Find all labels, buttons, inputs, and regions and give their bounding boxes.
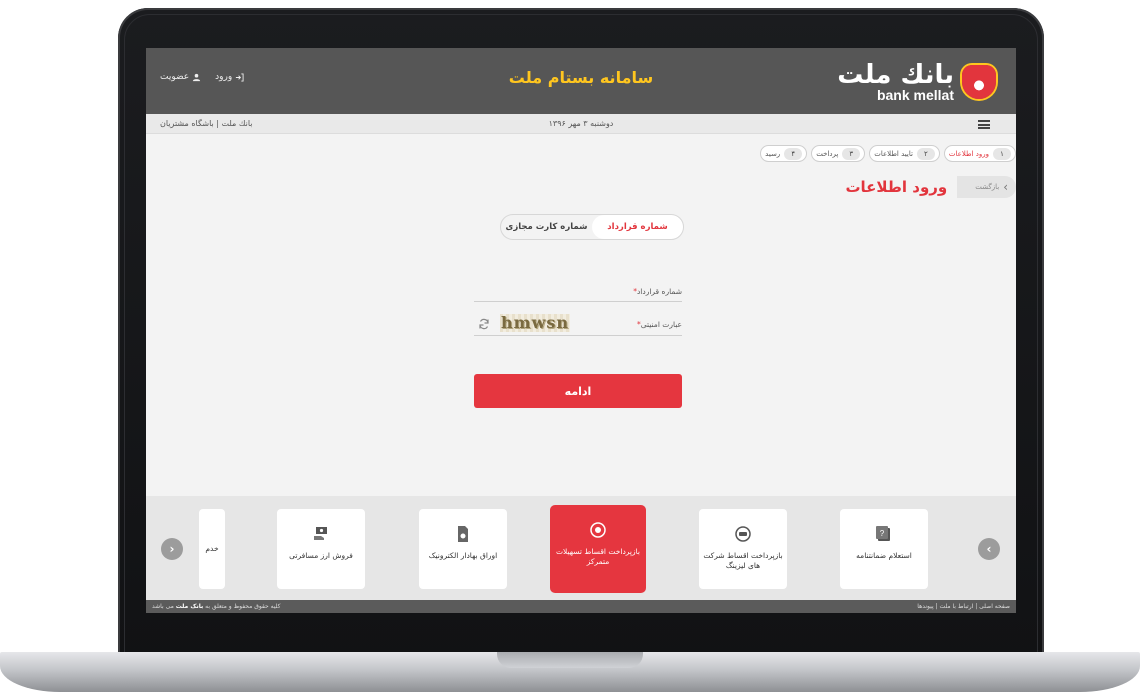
carousel-next-button[interactable]: › (978, 538, 1000, 560)
svg-text:?: ? (880, 529, 885, 538)
back-button[interactable]: › بازگشت (957, 176, 1016, 198)
step-3: ۳ پرداخت (811, 145, 866, 162)
currency-hand-icon (314, 527, 327, 540)
page-title: ورود اطلاعات (845, 178, 948, 196)
sub-bar: دوشنبه ۳ مهر ۱۳۹۶ بانك ملت | باشگاه مشتر… (146, 114, 1016, 134)
securities-document-icon (458, 526, 468, 542)
service-travel-currency[interactable]: فروش ارز مسافرتی (277, 509, 365, 589)
site-title: سامانه بستام ملت (508, 68, 654, 87)
input-type-toggle: شماره قرارداد شماره کارت مجازی (500, 214, 684, 240)
laptop-notch (497, 652, 643, 668)
car-payment-icon (735, 526, 751, 542)
subbar-links[interactable]: بانك ملت | باشگاه مشتریان (160, 119, 253, 128)
step-1: ۱ ورود اطلاعات (943, 145, 1016, 162)
continue-button[interactable]: ادامه (474, 374, 682, 408)
user-icon (193, 73, 201, 81)
service-leasing-payment[interactable]: بازپرداخت اقساط شرکت های لیزینگ (699, 509, 787, 589)
chevron-right-icon: › (1003, 180, 1008, 194)
login-link[interactable]: ورود (215, 72, 244, 82)
copyright: کلیه حقوق محفوظ و متعلق به بانک ملت می ب… (152, 603, 281, 610)
service-central-loan-payment[interactable]: بازپرداخت اقساط تسهیلات متمرکز (550, 505, 646, 593)
document-question-icon: ? (876, 526, 890, 541)
site-header: بانك ملت bank mellat سامانه بستام ملت ور… (146, 48, 1016, 114)
refresh-icon[interactable] (478, 318, 490, 330)
site-footer: صفحه اصلی | ارتباط با ملت | پیوندها کلیه… (146, 600, 1016, 613)
step-2: ۲ تایید اطلاعات (869, 145, 940, 162)
tab-virtual-card[interactable]: شماره کارت مجازی (501, 215, 592, 239)
current-date: دوشنبه ۳ مهر ۱۳۹۶ (548, 119, 614, 128)
captcha-image: hmwsn (500, 314, 570, 332)
footer-links[interactable]: صفحه اصلی | ارتباط با ملت | پیوندها (917, 603, 1010, 610)
tab-contract-number[interactable]: شماره قرارداد (592, 215, 683, 239)
register-link[interactable]: عضویت (160, 72, 201, 82)
browser-screen: بانك ملت bank mellat سامانه بستام ملت ور… (146, 48, 1016, 613)
services-carousel: ‹ › ? استعلام ضمانتنامه بازپرداخت اقساط … (146, 496, 1016, 600)
service-guarantee-inquiry[interactable]: ? استعلام ضمانتنامه (840, 509, 928, 589)
service-electronic-securities[interactable]: اوراق بهادار الکترونیک (419, 509, 507, 589)
step-4: ۴ رسید (760, 145, 808, 162)
login-icon (236, 72, 244, 82)
auth-links: ورود عضویت (160, 72, 244, 82)
carousel-prev-button[interactable]: ‹ (161, 538, 183, 560)
captcha-field[interactable]: عبارت امنیتی* hmwsn (474, 310, 682, 336)
logo-english: bank mellat (876, 87, 954, 103)
contract-number-field[interactable]: شماره قرارداد* (474, 284, 682, 302)
service-partial[interactable]: خدم (199, 509, 225, 589)
refresh-money-icon (590, 522, 606, 538)
progress-steps: ۱ ورود اطلاعات ۲ تایید اطلاعات ۳ پرداخت … (760, 145, 1016, 162)
